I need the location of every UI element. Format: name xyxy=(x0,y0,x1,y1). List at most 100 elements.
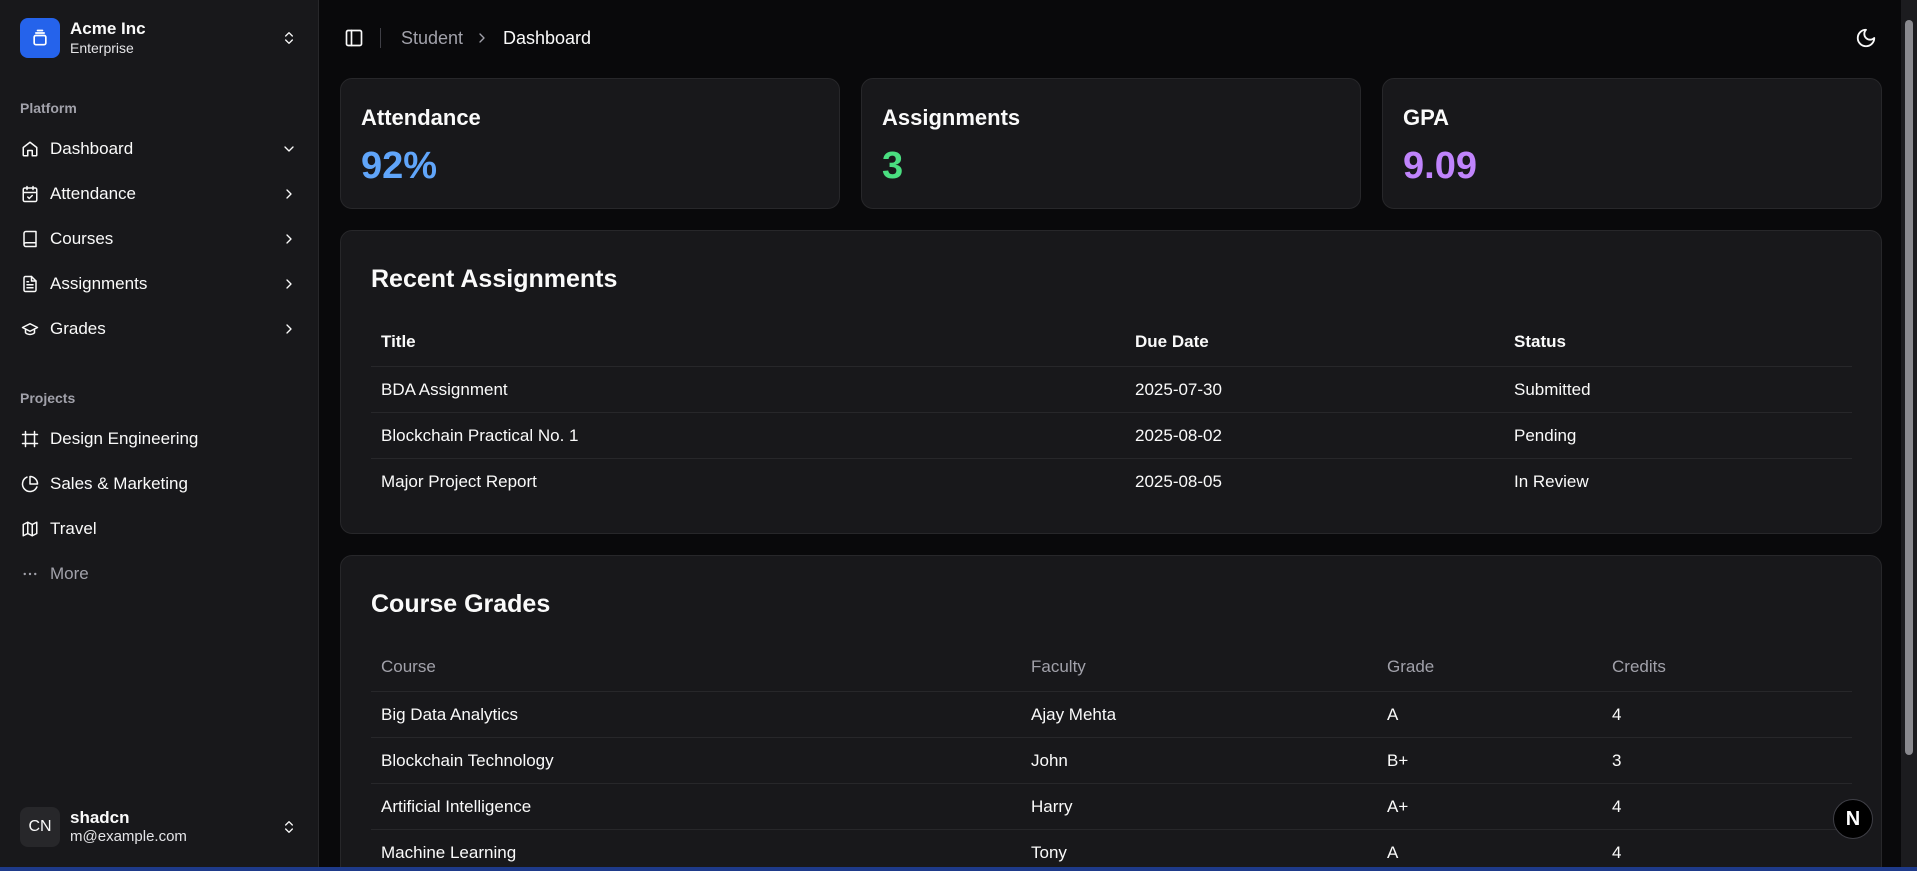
table-row: Blockchain Practical No. 1 2025-08-02 Pe… xyxy=(371,413,1852,459)
graduation-cap-icon xyxy=(20,319,40,339)
stat-title: Attendance xyxy=(361,105,481,130)
chevrons-up-down-icon xyxy=(279,28,299,48)
section-title: Course Grades xyxy=(371,590,551,618)
project-item-travel[interactable]: Travel xyxy=(10,509,309,549)
table-row: Blockchain Technology John B+ 3 xyxy=(371,738,1852,784)
pie-chart-icon xyxy=(20,474,40,494)
recent-assignments-card: Recent Assignments Title Due Date Status… xyxy=(340,230,1882,534)
project-item-label: Travel xyxy=(50,519,97,538)
breadcrumb-parent[interactable]: Student xyxy=(401,28,463,49)
table-cell: Tony xyxy=(1031,843,1067,862)
layers-icon xyxy=(33,29,47,46)
avatar: CN xyxy=(20,807,60,847)
file-text-icon xyxy=(20,274,40,294)
table-cell: 2025-08-02 xyxy=(1135,425,1222,445)
page-scrollbar[interactable] xyxy=(1901,0,1917,871)
stat-title: Assignments xyxy=(882,105,1021,130)
sidebar: Acme Inc Enterprise Platform Dashboard A… xyxy=(0,0,319,871)
course-grades-card: Course Grades Course Faculty Grade Credi… xyxy=(340,555,1882,871)
table-cell: 4 xyxy=(1612,796,1622,816)
more-horizontal-icon xyxy=(20,564,40,584)
table-cell: Submitted xyxy=(1514,379,1591,399)
column-header: Course xyxy=(381,656,436,676)
column-header: Due Date xyxy=(1135,331,1209,351)
column-header: Faculty xyxy=(1031,656,1086,676)
table-cell: Pending xyxy=(1514,425,1577,445)
table-row: Machine Learning Tony A 4 xyxy=(371,830,1852,871)
project-item-label: Design Engineering xyxy=(50,429,199,448)
table-row: Major Project Report 2025-08-05 In Revie… xyxy=(371,459,1852,505)
table-cell: A xyxy=(1387,704,1399,724)
team-switcher[interactable]: Acme Inc Enterprise xyxy=(10,10,309,66)
platform-group-label: Platform xyxy=(20,100,77,116)
stat-title: GPA xyxy=(1403,105,1450,130)
moon-icon[interactable] xyxy=(1853,25,1879,51)
scrollbar-thumb[interactable] xyxy=(1905,20,1913,755)
project-item-more[interactable]: More xyxy=(10,554,309,594)
table-cell: A+ xyxy=(1387,796,1409,816)
table-cell: Ajay Mehta xyxy=(1031,704,1117,724)
stat-value: 3 xyxy=(882,145,904,187)
table-cell: John xyxy=(1031,750,1068,770)
team-plan: Enterprise xyxy=(70,40,134,56)
user-name: shadcn xyxy=(70,808,130,827)
stat-card-gpa: GPA 9.09 xyxy=(1382,78,1882,209)
stat-card-attendance: Attendance 92% xyxy=(340,78,840,209)
bottom-edge-bar xyxy=(0,867,1917,871)
chevron-right-icon xyxy=(279,229,299,249)
table-cell: 4 xyxy=(1612,843,1622,862)
sidebar-item-grades[interactable]: Grades xyxy=(10,309,309,349)
project-item-sales-marketing[interactable]: Sales & Marketing xyxy=(10,464,309,504)
recent-assignments-table: Title Due Date Status BDA Assignment 202… xyxy=(371,317,1852,505)
table-cell: Blockchain Technology xyxy=(381,750,554,770)
calendar-check-icon xyxy=(20,184,40,204)
project-item-label: More xyxy=(50,564,89,583)
user-email: m@example.com xyxy=(70,828,187,845)
table-header: Title Due Date Status xyxy=(371,317,1852,367)
table-cell: 3 xyxy=(1612,750,1622,770)
course-grades-table: Course Faculty Grade Credits Big Data An… xyxy=(371,642,1852,871)
chevron-right-icon xyxy=(279,319,299,339)
table-cell: 4 xyxy=(1612,704,1622,724)
stat-value: 92% xyxy=(361,145,438,187)
table-cell: Blockchain Practical No. 1 xyxy=(381,425,579,445)
home-icon xyxy=(20,139,40,159)
project-item-label: Sales & Marketing xyxy=(50,474,188,493)
sidebar-item-courses[interactable]: Courses xyxy=(10,219,309,259)
team-name: Acme Inc xyxy=(70,19,146,38)
sidebar-item-label: Attendance xyxy=(50,184,137,203)
column-header: Title xyxy=(381,331,416,351)
sidebar-item-label: Courses xyxy=(50,229,114,248)
map-icon xyxy=(20,519,40,539)
team-logo xyxy=(20,18,60,58)
project-item-design-engineering[interactable]: Design Engineering xyxy=(10,419,309,459)
top-header: Student Dashboard xyxy=(320,0,1900,78)
sidebar-item-label: Grades xyxy=(50,319,106,338)
table-cell: A xyxy=(1387,843,1399,862)
table-row: Big Data Analytics Ajay Mehta A 4 xyxy=(371,692,1852,738)
table-row: BDA Assignment 2025-07-30 Submitted xyxy=(371,367,1852,413)
table-cell: Harry xyxy=(1031,796,1073,816)
table-cell: Artificial Intelligence xyxy=(381,796,532,816)
sidebar-item-attendance[interactable]: Attendance xyxy=(10,174,309,214)
table-cell: 2025-08-05 xyxy=(1135,472,1222,491)
user-menu[interactable]: CN shadcn m@example.com xyxy=(10,800,309,854)
table-cell: 2025-07-30 xyxy=(1135,379,1222,399)
chevron-right-icon xyxy=(279,184,299,204)
column-header: Status xyxy=(1514,331,1566,351)
projects-group-label: Projects xyxy=(20,390,76,406)
book-icon xyxy=(20,229,40,249)
table-cell: Big Data Analytics xyxy=(381,704,519,724)
frame-icon xyxy=(20,429,40,449)
chevrons-up-down-icon xyxy=(279,817,299,837)
column-header: Credits xyxy=(1612,656,1666,676)
sidebar-item-assignments[interactable]: Assignments xyxy=(10,264,309,304)
chevron-right-icon xyxy=(279,274,299,294)
sidebar-item-label: Dashboard xyxy=(50,139,134,158)
chevron-right-icon xyxy=(479,33,485,43)
panel-left-icon[interactable] xyxy=(342,26,366,50)
section-title: Recent Assignments xyxy=(371,265,618,293)
nextjs-badge[interactable]: N xyxy=(1833,799,1873,839)
sidebar-item-dashboard[interactable]: Dashboard xyxy=(10,129,309,169)
breadcrumb-current: Dashboard xyxy=(503,28,592,48)
